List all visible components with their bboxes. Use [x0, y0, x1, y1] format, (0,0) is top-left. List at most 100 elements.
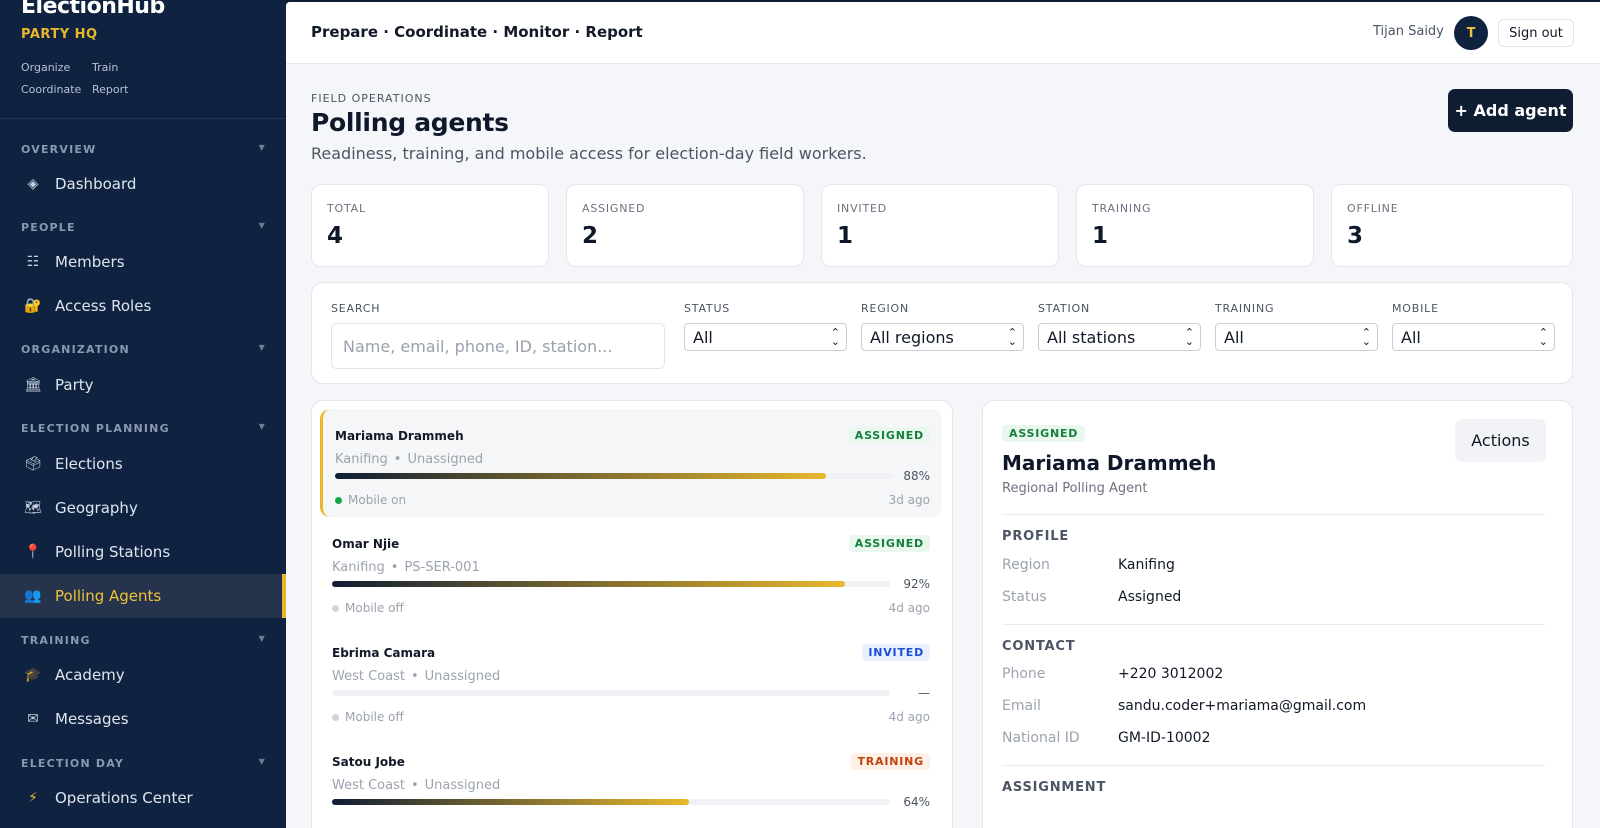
training-select[interactable]: All ⌃ ⌄ — [1215, 323, 1378, 351]
stat-card-assigned: ASSIGNED 2 — [566, 184, 804, 267]
people-icon: 👥 — [24, 588, 42, 604]
section-training[interactable]: TRAINING ▼ — [21, 634, 266, 647]
sidebar-item-members[interactable]: ☷ Members — [0, 240, 286, 284]
sidebar-item-polling-stations[interactable]: 📍 Polling Stations — [0, 530, 286, 574]
filters-panel: SEARCH Name, email, phone, ID, station..… — [311, 282, 1573, 384]
chevron-down-icon: ▼ — [258, 422, 266, 431]
brand-tag: Train — [92, 61, 119, 74]
sidebar-divider — [0, 118, 286, 119]
section-title: PEOPLE — [21, 221, 76, 234]
sidebar-item-messages[interactable]: ✉ Messages — [0, 697, 286, 741]
section-overview[interactable]: OVERVIEW ▼ — [21, 143, 266, 156]
brand-tag: Organize — [21, 61, 71, 74]
agent-region: West Coast — [332, 778, 405, 793]
stat-card-total: TOTAL 4 — [311, 184, 549, 267]
sidebar-item-party[interactable]: 🏛 Party — [0, 363, 286, 407]
sign-out-button[interactable]: Sign out — [1498, 19, 1574, 47]
select-arrows-icon: ⌃ ⌄ — [1184, 326, 1194, 348]
section-organization[interactable]: ORGANIZATION ▼ — [21, 343, 266, 356]
divider — [1002, 624, 1545, 625]
section-election-day[interactable]: ELECTION DAY ▼ — [21, 757, 266, 770]
sidebar-item-label: Messages — [55, 710, 129, 728]
field-value-region: Kanifing — [1118, 557, 1175, 573]
readiness-percent: 88% — [903, 469, 930, 483]
agent-list-item[interactable]: Mariama Drammeh ASSIGNED Kanifing • Unassi… — [320, 409, 942, 517]
select-value: All stations — [1047, 327, 1136, 347]
detail-agent-role: Regional Polling Agent — [1002, 481, 1148, 496]
sidebar-item-access-roles[interactable]: 🔐 Access Roles — [0, 284, 286, 328]
detail-agent-name: Mariama Drammeh — [1002, 451, 1217, 475]
sidebar-item-dashboard[interactable]: ◈ Dashboard — [0, 162, 286, 206]
section-title: ELECTION DAY — [21, 757, 125, 770]
sidebar-item-geography[interactable]: 🗺 Geography — [0, 486, 286, 530]
agent-list-item[interactable]: Ebrima Camara INVITED West Coast • Unassig… — [320, 626, 942, 734]
building-icon: 🏛 — [24, 377, 42, 393]
divider — [1002, 765, 1545, 766]
sidebar-item-polling-agents[interactable]: 👥 Polling Agents — [0, 574, 286, 618]
agent-station: Unassigned — [424, 778, 501, 793]
station-select[interactable]: All stations ⌃ ⌄ — [1038, 323, 1201, 351]
divider — [1002, 514, 1545, 515]
add-agent-button[interactable]: + Add agent — [1448, 89, 1573, 132]
section-title: ORGANIZATION — [21, 343, 130, 356]
actions-button[interactable]: Actions — [1455, 419, 1546, 462]
select-value: All — [1224, 327, 1244, 347]
page-eyebrow: FIELD OPERATIONS — [311, 92, 432, 105]
last-seen: 4d ago — [888, 601, 930, 615]
stat-label: OFFLINE — [1347, 202, 1399, 215]
agent-detail-panel: ASSIGNED Mariama Drammeh Regional Pollin… — [982, 400, 1573, 828]
envelope-icon: ✉ — [27, 711, 39, 727]
sidebar-item-label: Dashboard — [55, 175, 137, 193]
stat-label: ASSIGNED — [582, 202, 646, 215]
brand-tags: Organize Train Coordinate Report — [21, 57, 151, 101]
brand-name: ElectionHub — [21, 0, 165, 19]
agent-location: Kanifing • Unassigned — [335, 452, 484, 467]
field-key: Phone — [1002, 666, 1046, 682]
sidebar-item-elections[interactable]: 🗳 Elections — [0, 442, 286, 486]
section-people[interactable]: PEOPLE ▼ — [21, 221, 266, 234]
select-arrows-icon: ⌃ ⌄ — [1007, 326, 1017, 348]
filter-label-status: STATUS — [684, 302, 731, 315]
status-select[interactable]: All ⌃ ⌄ — [684, 323, 847, 351]
sidebar-item-label: Academy — [55, 666, 125, 684]
section-election-planning[interactable]: ELECTION PLANNING ▼ — [21, 422, 266, 435]
select-arrows-icon: ⌃ ⌄ — [1361, 326, 1371, 348]
sidebar-item-operations-center[interactable]: ⚡ Operations Center — [0, 776, 286, 820]
field-key: Status — [1002, 589, 1047, 605]
tagline: Prepare · Coordinate · Monitor · Report — [311, 23, 643, 41]
avatar[interactable]: T — [1454, 16, 1488, 50]
select-arrows-icon: ⌃ ⌄ — [1538, 326, 1548, 348]
field-value-status: Assigned — [1118, 589, 1182, 605]
readiness-percent: 92% — [903, 577, 930, 591]
agent-name: Omar Njie — [332, 537, 400, 551]
brand-tag: Report — [92, 83, 129, 96]
sidebar-item-academy[interactable]: 🎓 Academy — [0, 653, 286, 697]
agent-station: Unassigned — [407, 452, 484, 467]
field-value-email: sandu.coder+mariama@gmail.com — [1118, 698, 1367, 714]
readiness-bar — [332, 799, 890, 805]
sidebar-item-label: Party — [55, 376, 94, 394]
agent-name: Ebrima Camara — [332, 646, 436, 660]
sidebar-item-label: Operations Center — [55, 789, 193, 807]
mobile-label: Mobile on — [348, 493, 407, 507]
filter-label-region: REGION — [861, 302, 910, 315]
sidebar-item-label: Elections — [55, 455, 123, 473]
readiness-bar — [332, 690, 890, 696]
stat-card-training: TRAINING 1 — [1076, 184, 1314, 267]
field-value-phone: +220 3012002 — [1118, 666, 1224, 682]
page-subtitle: Readiness, training, and mobile access f… — [311, 144, 867, 163]
region-select[interactable]: All regions ⌃ ⌄ — [861, 323, 1024, 351]
search-input[interactable]: Name, email, phone, ID, station... — [331, 323, 665, 369]
mobile-select[interactable]: All ⌃ ⌄ — [1392, 323, 1555, 351]
mobile-dot-icon — [332, 604, 339, 612]
chevron-down-icon: ▼ — [258, 634, 266, 643]
stat-value: 1 — [837, 223, 854, 249]
stat-label: TOTAL — [327, 202, 366, 215]
field-key: Email — [1002, 698, 1041, 714]
select-value: All regions — [870, 327, 954, 347]
agent-list-item[interactable]: Omar Njie ASSIGNED Kanifing • PS-SER-001 9… — [320, 517, 942, 625]
ballot-box-icon: 🗳 — [24, 456, 42, 472]
readiness-fill — [332, 799, 690, 805]
agent-list-item[interactable]: Satou Jobe TRAINING West Coast • Unassigne… — [320, 735, 942, 828]
filter-label-station: STATION — [1038, 302, 1090, 315]
